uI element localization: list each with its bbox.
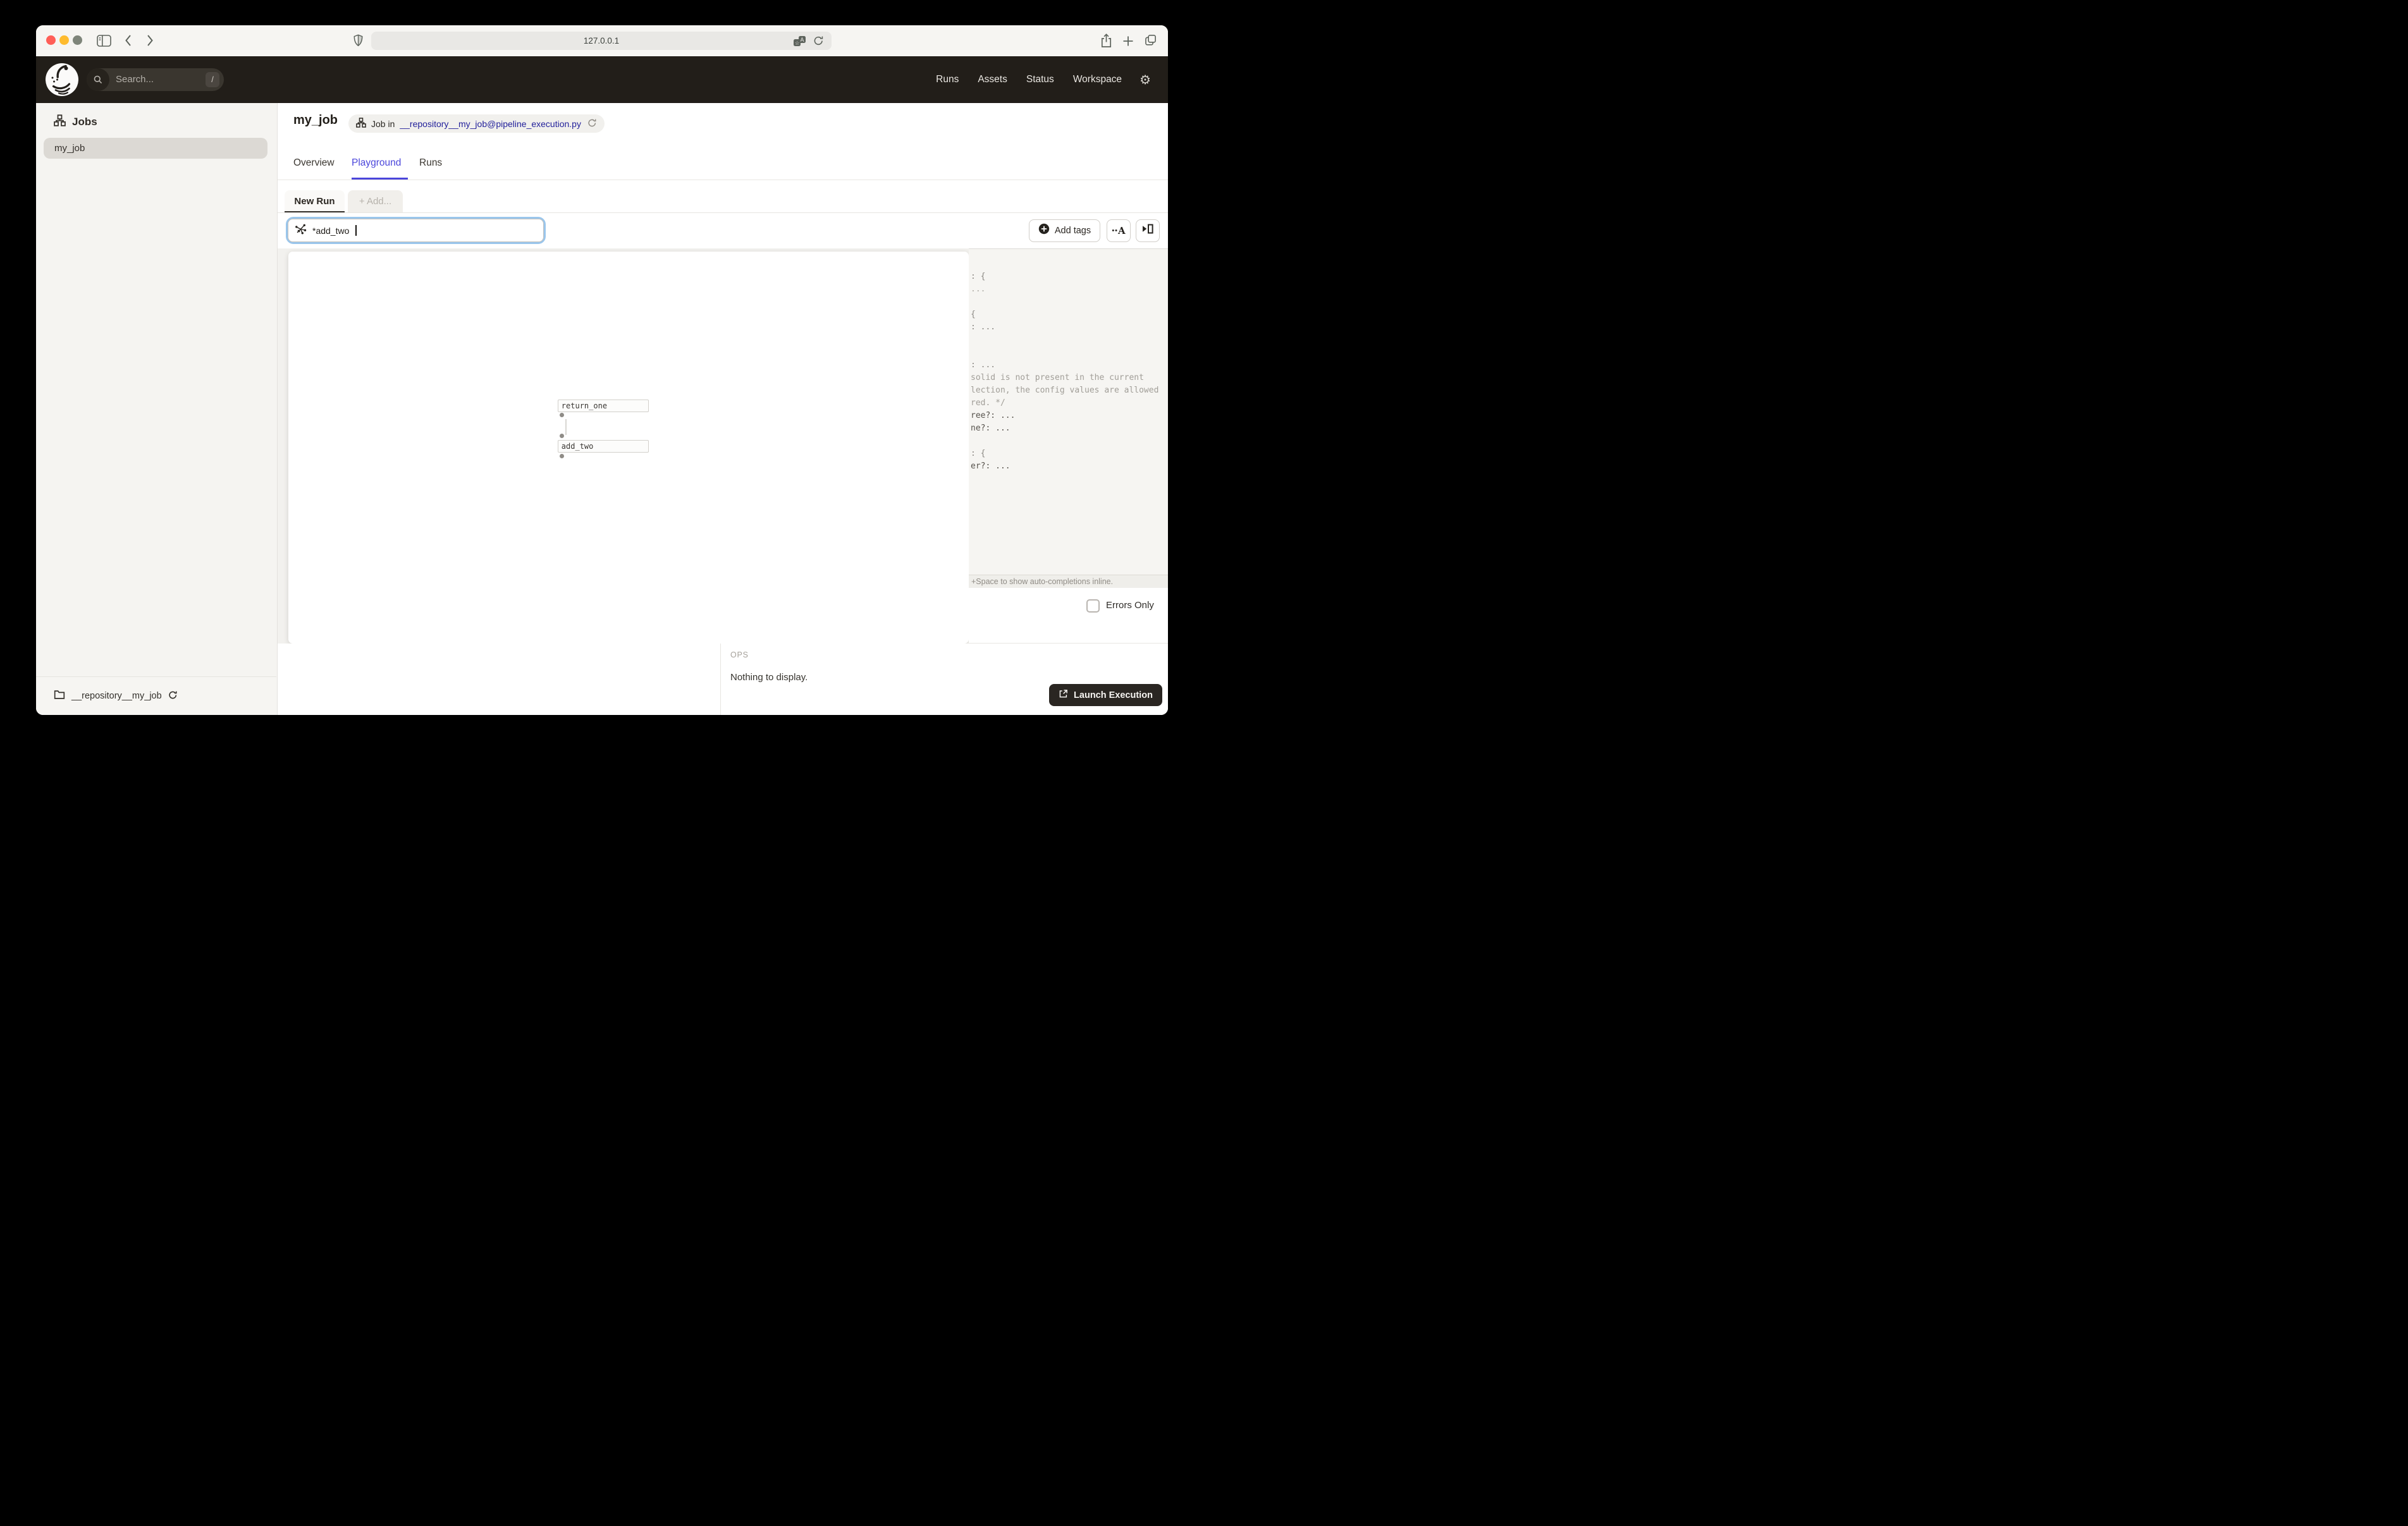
code-line: : { [971, 271, 985, 283]
ops-divider [720, 644, 721, 715]
badge-reload-icon[interactable] [587, 118, 597, 130]
back-button[interactable] [125, 34, 132, 50]
tab-playground[interactable]: Playground [352, 157, 401, 169]
nav-link-runs[interactable]: Runs [936, 74, 959, 85]
badge-repo-link[interactable]: __repository__my_job@pipeline_execution.… [400, 119, 581, 129]
browser-window: 127.0.0.1 A☆ [36, 25, 1168, 715]
add-tags-label: Add tags [1055, 226, 1091, 236]
input-port-dot[interactable] [560, 434, 564, 438]
plus-circle-icon [1038, 223, 1050, 238]
canvas-background: return_one add_two [278, 248, 969, 644]
main-content: my_job Job in __repository__my_job@pipel… [278, 103, 1168, 715]
nav-link-status[interactable]: Status [1026, 74, 1054, 85]
sidebar: Jobs my_job __repository__my_job [36, 103, 278, 715]
folder-icon [54, 689, 65, 703]
new-tab-button[interactable] [1122, 35, 1134, 50]
svg-text:☆: ☆ [795, 40, 800, 47]
bottom-panel: OPS Nothing to display. Launch Execution [278, 644, 1168, 715]
code-line: lection, the config values are allowed [971, 384, 1158, 397]
graph-node-return-one[interactable]: return_one [558, 400, 649, 412]
code-line: : { [971, 448, 985, 460]
launch-execution-label: Launch Execution [1074, 690, 1153, 700]
jobs-header: Jobs [54, 114, 97, 130]
job-graph-icon [54, 114, 66, 130]
sidebar-item-my-job[interactable]: my_job [44, 138, 267, 159]
settings-gear-icon[interactable]: ⚙ [1140, 72, 1151, 87]
repo-footer[interactable]: __repository__my_job [36, 676, 276, 715]
ops-empty-message: Nothing to display. [730, 672, 808, 683]
add-tags-button[interactable]: Add tags [1029, 219, 1100, 242]
run-tabs-divider [278, 212, 1168, 213]
repo-name: __repository__my_job [71, 691, 162, 701]
graph-canvas[interactable]: return_one add_two [288, 252, 969, 644]
nav-link-assets[interactable]: Assets [978, 74, 1007, 85]
external-link-icon [1059, 689, 1068, 701]
editor-helper-bar: +Space to show auto-completions inline. [969, 575, 1168, 588]
run-tab-new-run[interactable]: New Run [285, 190, 345, 213]
search-shortcut-badge: / [206, 72, 219, 87]
code-line: solid is not present in the current [971, 372, 1144, 384]
traffic-light-minimize[interactable] [59, 35, 69, 45]
sidebar-toggle-icon[interactable] [97, 35, 111, 50]
code-line: : ... [971, 321, 995, 334]
search-placeholder: Search... [116, 68, 154, 91]
search-input[interactable]: Search... / [87, 68, 224, 91]
code-line: ree?: ... [971, 410, 1015, 422]
tab-overview-icon[interactable] [1144, 34, 1157, 50]
code-line: red. */ [971, 397, 1005, 410]
traffic-light-close[interactable] [46, 35, 56, 45]
ops-header: OPS [730, 650, 749, 659]
code-line: : ... [971, 359, 995, 372]
text-caret [355, 225, 357, 236]
autocomplete-button[interactable]: ••A [1107, 219, 1131, 242]
autocomplete-a: A [1118, 225, 1126, 236]
op-selector-icon [295, 223, 307, 238]
output-port-dot[interactable] [560, 454, 564, 458]
config-editor[interactable]: : { ... { : ... : ... solid is not prese… [969, 248, 1168, 589]
code-line: er?: ... [971, 460, 1010, 473]
browser-titlebar: 127.0.0.1 A☆ [36, 25, 1168, 56]
repo-refresh-icon[interactable] [168, 690, 178, 702]
svg-text:A: A [800, 37, 804, 44]
graph-node-add-two[interactable]: add_two [558, 440, 649, 453]
edge-line [565, 419, 567, 435]
run-tab-add[interactable]: + Add... [348, 190, 403, 213]
autocomplete-dots: •• [1112, 227, 1118, 235]
launch-execution-button[interactable]: Launch Execution [1049, 684, 1162, 706]
nav-links: Runs Assets Status Workspace ⚙ [936, 56, 1151, 103]
page-reload-icon[interactable] [813, 35, 824, 49]
code-line: { [971, 308, 976, 321]
output-port-dot[interactable] [560, 413, 564, 417]
search-icon [87, 68, 109, 91]
job-origin-badge: Job in __repository__my_job@pipeline_exe… [348, 114, 605, 133]
page-title: my_job [293, 113, 338, 128]
tab-runs[interactable]: Runs [419, 157, 442, 169]
url-bar[interactable]: 127.0.0.1 A☆ [371, 32, 832, 50]
code-line: ne?: ... [971, 422, 1010, 435]
play-panel-icon [1141, 224, 1154, 237]
op-selector-value: *add_two [312, 226, 349, 236]
share-icon[interactable] [1100, 33, 1112, 51]
badge-prefix: Job in [371, 119, 395, 129]
traffic-light-zoom[interactable] [73, 35, 82, 45]
errors-only-checkbox[interactable] [1086, 599, 1100, 613]
job-graph-icon [356, 118, 366, 130]
dagster-logo[interactable] [45, 63, 79, 100]
editor-footer-strip: Errors Only [969, 588, 1168, 644]
app-nav: Search... / Runs Assets Status Workspace… [36, 56, 1168, 103]
translate-icon[interactable]: A☆ [793, 35, 806, 50]
errors-only-label: Errors Only [1106, 600, 1154, 611]
panel-toggle-button[interactable] [1136, 219, 1160, 242]
tab-overview[interactable]: Overview [293, 157, 335, 169]
privacy-shield-icon[interactable] [353, 34, 363, 50]
forward-button[interactable] [147, 34, 154, 50]
code-line: ... [971, 283, 985, 296]
jobs-header-label: Jobs [72, 116, 97, 128]
url-text: 127.0.0.1 [371, 32, 832, 50]
nav-link-workspace[interactable]: Workspace [1073, 74, 1122, 85]
op-selector-input[interactable]: *add_two [286, 217, 546, 244]
